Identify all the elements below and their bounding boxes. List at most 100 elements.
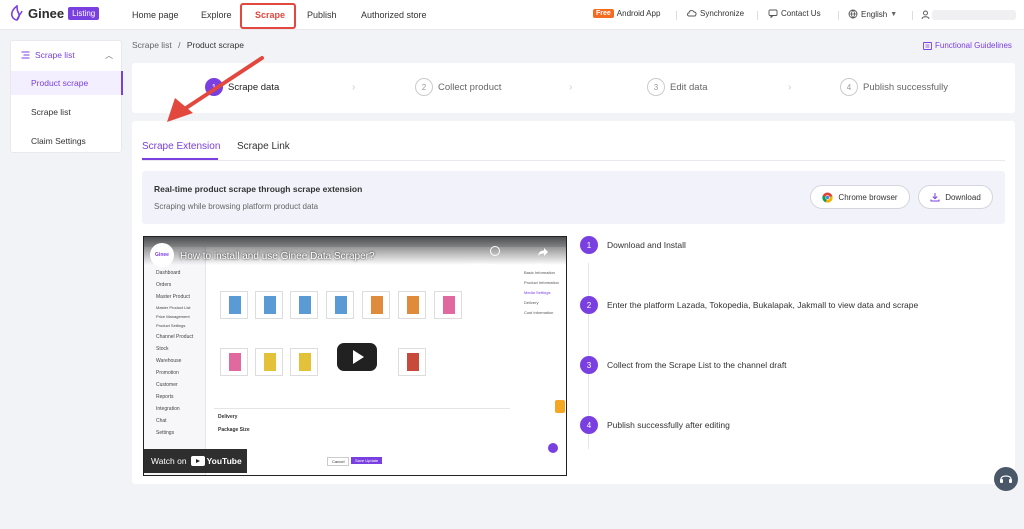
step-edit-data: 3 Edit data bbox=[647, 78, 708, 96]
video-sidebar-text: Stock bbox=[156, 346, 169, 352]
sidebar: Scrape list ︿ Product scrape Scrape list… bbox=[10, 40, 123, 153]
divider bbox=[757, 11, 758, 20]
step-number: 3 bbox=[647, 78, 665, 96]
chevron-right-icon: › bbox=[352, 82, 356, 93]
video-title[interactable]: How to install and use Ginee Data Scrape… bbox=[180, 251, 375, 262]
divider bbox=[838, 11, 839, 20]
sidebar-group-label: Scrape list bbox=[35, 50, 75, 60]
brand-logo[interactable]: Ginee Listing bbox=[10, 5, 100, 21]
video-product-thumb bbox=[220, 348, 248, 376]
step-number: 4 bbox=[840, 78, 858, 96]
nav-authorized-store[interactable]: Authorized store bbox=[361, 10, 427, 20]
download-button[interactable]: Download bbox=[918, 185, 993, 209]
synchronize-button[interactable]: Synchronize bbox=[687, 9, 744, 18]
play-button[interactable] bbox=[337, 343, 377, 371]
headset-icon bbox=[1000, 475, 1012, 483]
watch-later-icon[interactable] bbox=[490, 246, 500, 256]
extension-info-box: Real-time product scrape through scrape … bbox=[142, 171, 1005, 224]
video-right-panel: Basic Information Product Information Me… bbox=[520, 265, 566, 325]
chevron-up-icon: ︿ bbox=[105, 50, 113, 60]
chrome-icon bbox=[822, 191, 833, 203]
video-sidebar-text: Promotion bbox=[156, 370, 179, 376]
share-icon[interactable] bbox=[537, 247, 549, 257]
step-collect-product: 2 Collect product bbox=[415, 78, 501, 96]
video-panel-text: Basic Information bbox=[524, 270, 555, 275]
watch-on-label: Watch on bbox=[151, 456, 187, 466]
android-app-label: Android App bbox=[616, 9, 661, 18]
user-icon[interactable] bbox=[921, 10, 930, 20]
globe-icon bbox=[848, 9, 858, 19]
sidebar-item-product-scrape[interactable]: Product scrape bbox=[11, 71, 123, 95]
chrome-browser-button[interactable]: Chrome browser bbox=[810, 185, 910, 209]
contact-us-button[interactable]: Contact Us bbox=[768, 9, 821, 18]
nav-explore[interactable]: Explore bbox=[201, 10, 232, 20]
breadcrumb-parent[interactable]: Scrape list bbox=[132, 40, 172, 50]
video-sidebar-text: Chat bbox=[156, 418, 167, 424]
video-help-icon bbox=[548, 443, 558, 453]
instruction-step-4: 4 Publish successfully after editing bbox=[580, 416, 730, 434]
video-product-thumb bbox=[290, 348, 318, 376]
functional-guidelines-label: Functional Guidelines bbox=[935, 41, 1012, 50]
top-bar: Ginee Listing Home page Explore Scrape P… bbox=[0, 0, 1024, 30]
tab-scrape-extension[interactable]: Scrape Extension bbox=[142, 141, 220, 152]
step-number: 2 bbox=[415, 78, 433, 96]
nav-home[interactable]: Home page bbox=[132, 10, 179, 20]
watch-on-youtube-button[interactable]: Watch on YouTube bbox=[144, 449, 247, 473]
youtube-logo: YouTube bbox=[190, 456, 242, 466]
video-side-tab-icon bbox=[555, 400, 565, 413]
video-sidebar-text: Channel Product bbox=[156, 334, 194, 340]
video-panel-text: Cost Information bbox=[524, 310, 554, 315]
language-selector[interactable]: English ▼ bbox=[848, 9, 897, 19]
video-panel-text: Media Settings bbox=[524, 290, 551, 295]
video-sidebar-text: Customer bbox=[156, 382, 178, 388]
video-delivery-section: Delivery Package Size Cancel Save Update bbox=[214, 408, 510, 466]
video-app-sidebar: Dashboard Orders Master Product Master P… bbox=[144, 247, 206, 475]
breadcrumb-separator: / bbox=[178, 40, 181, 50]
free-badge: Free bbox=[593, 9, 614, 18]
breadcrumb: Scrape list / Product scrape bbox=[132, 40, 244, 50]
video-cancel-button: Cancel bbox=[327, 457, 350, 466]
scrape-list-icon bbox=[21, 51, 30, 59]
video-product-thumb bbox=[220, 291, 248, 319]
step-number: 1 bbox=[205, 78, 223, 96]
android-app-link[interactable]: Free Android App bbox=[593, 9, 660, 18]
video-product-thumb bbox=[398, 291, 426, 319]
nav-scrape[interactable]: Scrape bbox=[255, 10, 285, 20]
sidebar-item-scrape-list[interactable]: Scrape list bbox=[11, 100, 123, 124]
chevron-down-icon: ▼ bbox=[890, 10, 898, 18]
functional-guidelines-link[interactable]: Functional Guidelines bbox=[923, 41, 1012, 50]
download-label: Download bbox=[945, 192, 981, 202]
instruction-number: 1 bbox=[580, 236, 598, 254]
breadcrumb-current: Product scrape bbox=[186, 40, 244, 50]
tab-divider bbox=[142, 160, 1005, 161]
step-label: Edit data bbox=[670, 81, 708, 93]
divider bbox=[912, 11, 913, 20]
extension-title: Real-time product scrape through scrape … bbox=[154, 184, 363, 194]
user-account-name[interactable] bbox=[932, 10, 1016, 20]
tutorial-video[interactable]: Dashboard Orders Master Product Master P… bbox=[143, 236, 567, 476]
video-sidebar-text: Integration bbox=[156, 406, 180, 412]
video-sidebar-text: Master Product bbox=[156, 294, 190, 300]
step-label: Collect product bbox=[438, 81, 502, 93]
ginee-logo-icon bbox=[10, 5, 23, 21]
instruction-text: Publish successfully after editing bbox=[607, 420, 730, 430]
sidebar-group-scrape-list[interactable]: Scrape list ︿ bbox=[11, 41, 123, 69]
video-sidebar-text: Warehouse bbox=[156, 358, 182, 364]
chat-support-button[interactable] bbox=[994, 467, 1018, 491]
channel-avatar[interactable]: Ginee bbox=[150, 243, 174, 267]
language-label: English bbox=[861, 9, 888, 19]
brand-name: Ginee bbox=[28, 5, 65, 21]
video-sidebar-text: Product Settings bbox=[156, 323, 186, 328]
step-label: Scrape data bbox=[228, 81, 280, 93]
video-product-thumb bbox=[362, 291, 390, 319]
instruction-step-3: 3 Collect from the Scrape List to the ch… bbox=[580, 356, 787, 374]
video-sidebar-text: Dashboard bbox=[156, 270, 181, 276]
youtube-label: YouTube bbox=[206, 456, 242, 466]
tab-scrape-link[interactable]: Scrape Link bbox=[237, 141, 290, 152]
book-icon bbox=[923, 41, 932, 50]
video-sidebar-text: Settings bbox=[156, 430, 175, 436]
instruction-number: 4 bbox=[580, 416, 598, 434]
sidebar-item-claim-settings[interactable]: Claim Settings bbox=[11, 129, 123, 153]
nav-publish[interactable]: Publish bbox=[307, 10, 337, 20]
video-sidebar-text: Reports bbox=[156, 394, 174, 400]
